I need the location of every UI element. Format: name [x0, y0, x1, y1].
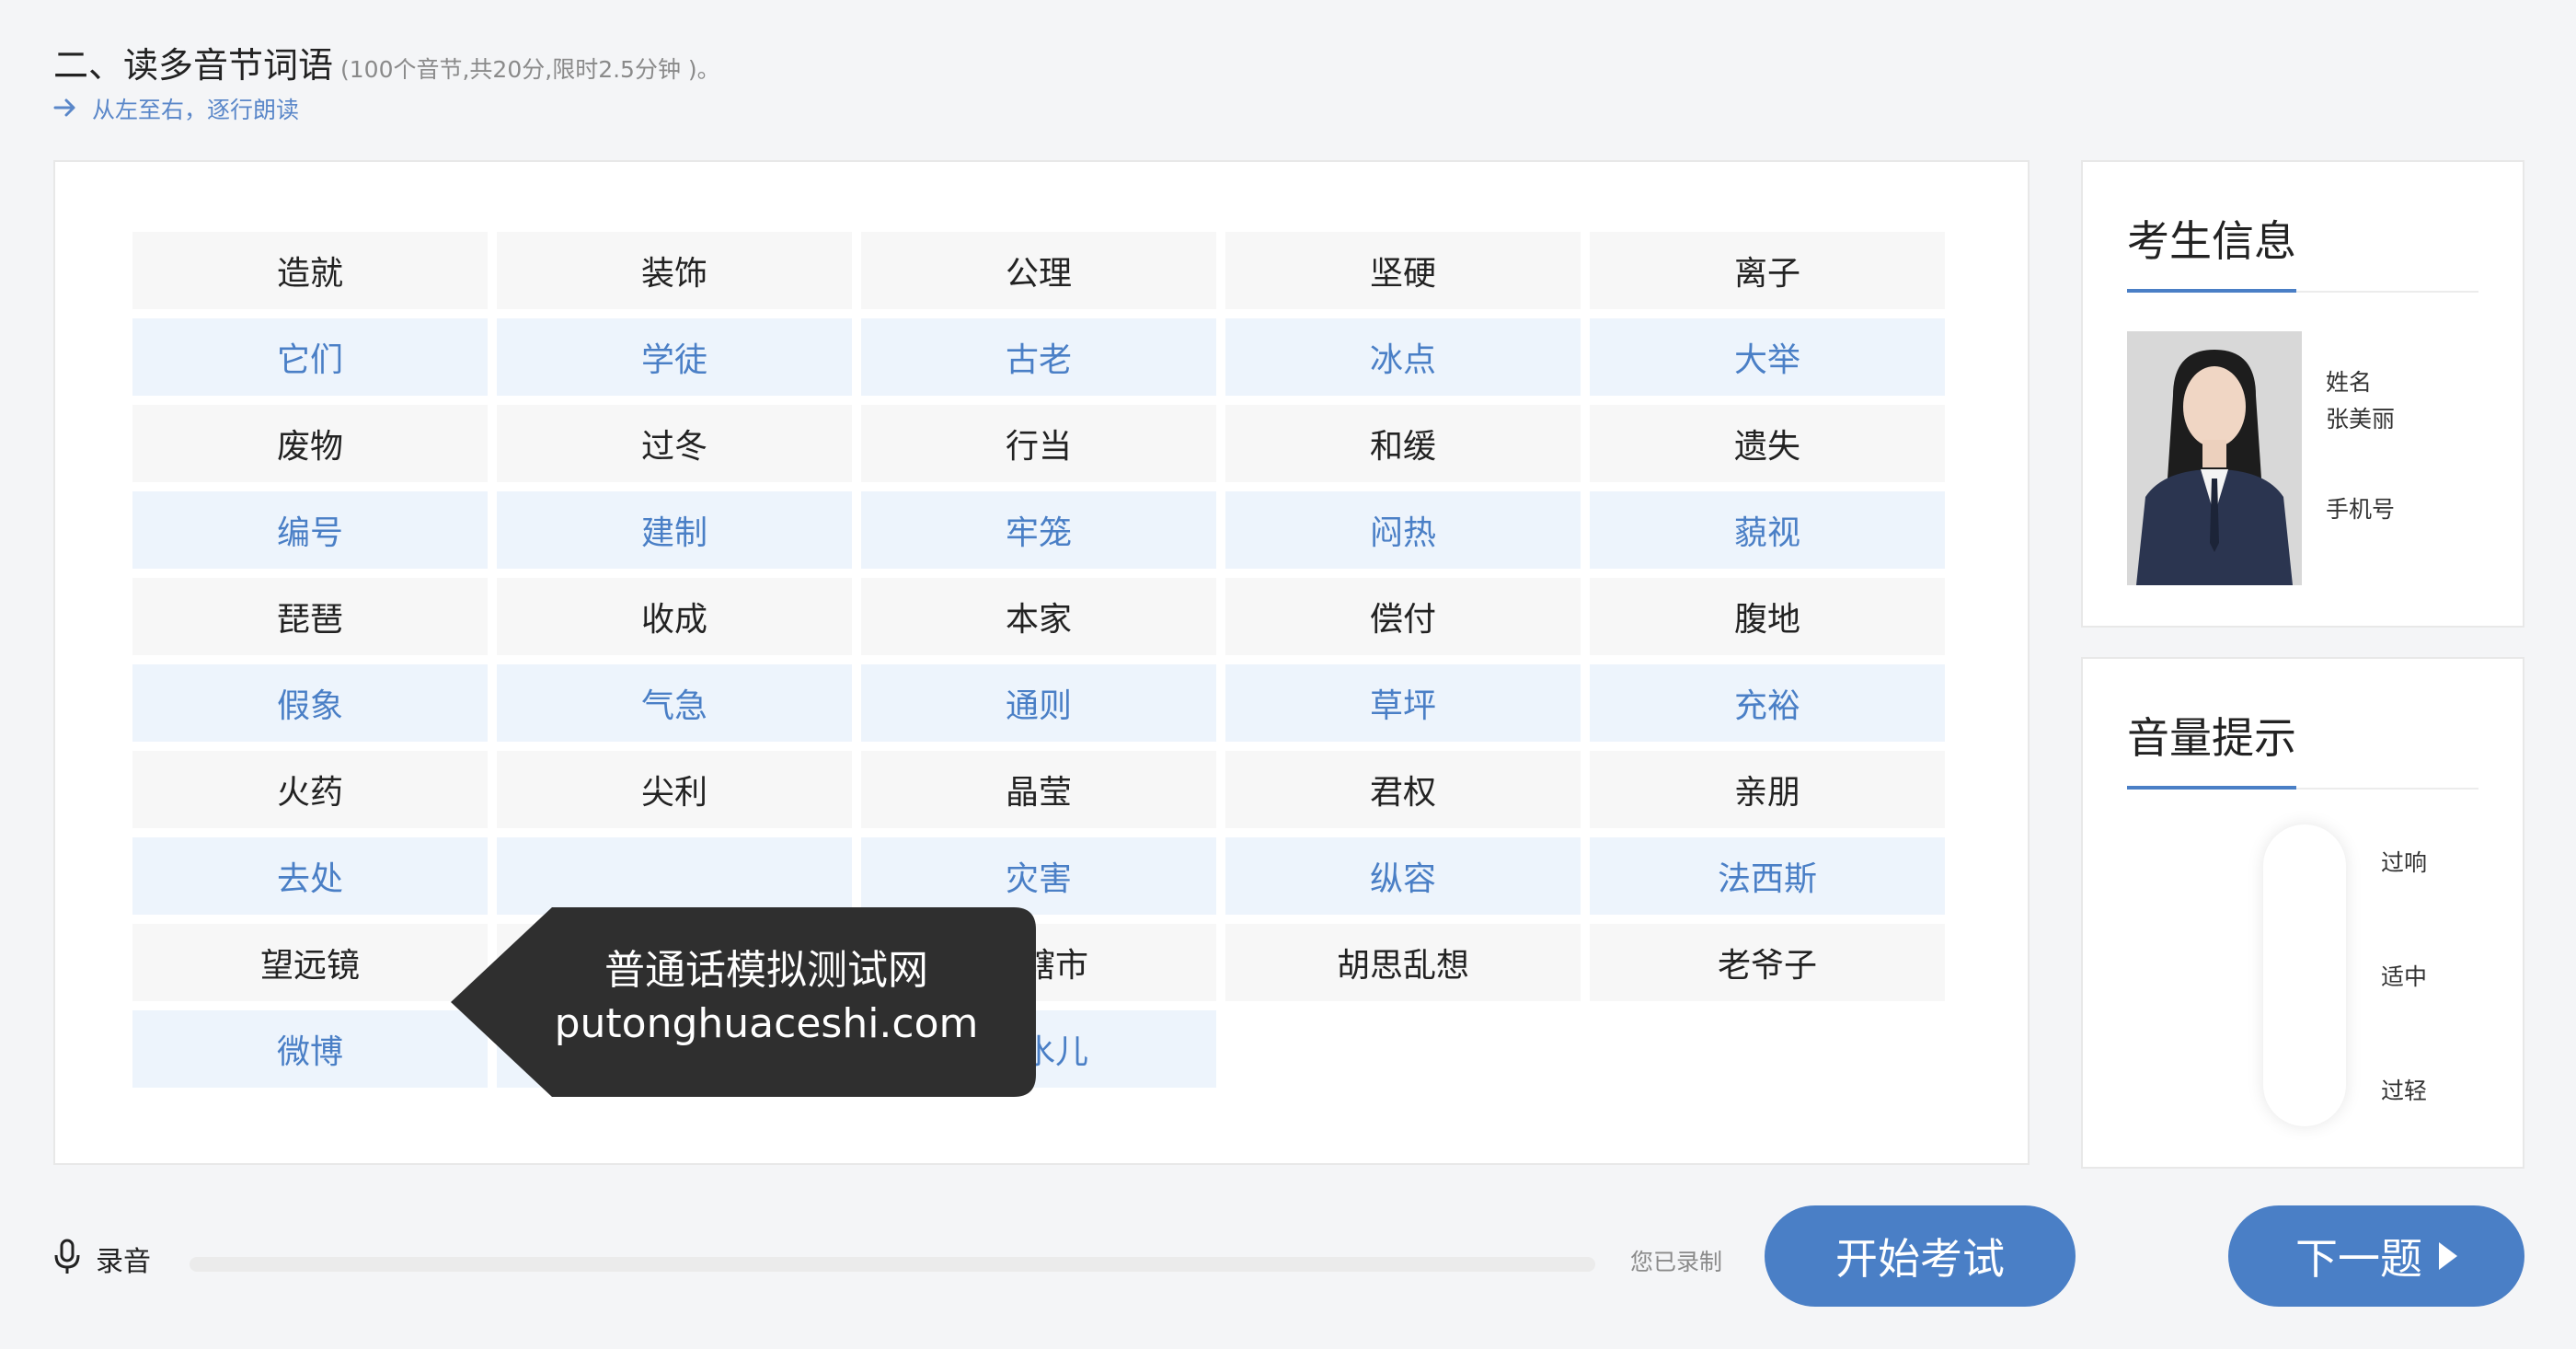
word-cell: 学徒: [497, 318, 852, 396]
name-value: 张美丽: [2326, 406, 2396, 432]
candidate-photo: [2127, 331, 2302, 585]
word-cell: 亲朋: [1590, 751, 1945, 828]
word-cell: 公理: [861, 232, 1216, 309]
word-cell: 坚硬: [1225, 232, 1581, 309]
start-exam-button[interactable]: 开始考试: [1765, 1205, 2076, 1307]
word-cell: 老爷子: [1590, 924, 1945, 1001]
word-cell: 大举: [1590, 318, 1945, 396]
name-label: 姓名: [2326, 369, 2373, 396]
volume-meter: [2263, 824, 2346, 1126]
play-icon: [2439, 1242, 2457, 1270]
watermark-line1: 普通话模拟测试网: [604, 947, 928, 994]
volume-quiet-label: 过轻: [2381, 1078, 2428, 1104]
section-title-main: 二、读多音节词语: [53, 45, 334, 86]
word-cell: 腹地: [1590, 578, 1945, 655]
word-cell: 冰点: [1225, 318, 1581, 396]
word-grid: 造就 装饰 公理 坚硬 离子它们 学徒 古老 冰点 大举废物 过冬 行当 和缓 遗失编号 建制 牢笼 闷热 藐视…: [132, 232, 1945, 1088]
word-panel: 造就 装饰 公理 坚硬 离子它们 学徒 古老 冰点 大举废物 过冬 行当 和缓 遗失编号 建制 牢笼 闷热 藐视…: [53, 160, 2030, 1165]
microphone-icon: [53, 1239, 81, 1279]
start-exam-label: 开始考试: [1835, 1235, 2005, 1283]
title-underline: [2127, 289, 2478, 293]
recorded-status: 您已录制: [1630, 1249, 1723, 1275]
word-cell: 胡思乱想: [1225, 924, 1581, 1001]
volume-title: 音量提示: [2127, 713, 2296, 763]
section-title-subtitle: (100个音节,共20分,限时2.5分钟 )。: [340, 56, 720, 83]
candidate-info-card: 考生信息 姓名 张美丽 手机号: [2081, 160, 2524, 628]
reading-instruction: 从左至右，逐行朗读: [53, 92, 299, 125]
watermark-tooltip: 普通话模拟测试网 putonghuaceshi.com: [451, 907, 1036, 1097]
word-cell: 造就: [132, 232, 488, 309]
next-question-button[interactable]: 下一题: [2228, 1205, 2524, 1307]
word-cell: 古老: [861, 318, 1216, 396]
word-cell: 装饰: [497, 232, 852, 309]
word-cell: 牢笼: [861, 491, 1216, 569]
next-question-label: 下一题: [2295, 1235, 2422, 1283]
word-cell: 偿付: [1225, 578, 1581, 655]
word-cell: 藐视: [1590, 491, 1945, 569]
title-underline: [2127, 786, 2478, 790]
arrow-right-icon: [53, 96, 77, 122]
word-cell: 气急: [497, 664, 852, 742]
word-cell: 遗失: [1590, 405, 1945, 482]
recording-progress-bar: [190, 1257, 1595, 1272]
word-cell: 本家: [861, 578, 1216, 655]
recording-label: 录音: [96, 1246, 151, 1278]
recording-indicator: 录音: [53, 1239, 151, 1279]
word-cell: 去处: [132, 837, 488, 915]
word-cell: 闷热: [1225, 491, 1581, 569]
word-cell: [497, 837, 852, 915]
word-cell: 通则: [861, 664, 1216, 742]
word-cell: 编号: [132, 491, 488, 569]
word-cell: 晶莹: [861, 751, 1216, 828]
word-cell: 草坪: [1225, 664, 1581, 742]
word-cell: 琵琶: [132, 578, 488, 655]
word-cell: 灾害: [861, 837, 1216, 915]
word-cell: 和缓: [1225, 405, 1581, 482]
phone-label: 手机号: [2326, 496, 2396, 523]
word-cell: 收成: [497, 578, 852, 655]
volume-loud-label: 过响: [2381, 849, 2428, 876]
word-cell: 火药: [132, 751, 488, 828]
watermark-line2: putonghuaceshi.com: [554, 1000, 979, 1047]
word-cell: 法西斯: [1590, 837, 1945, 915]
instruction-text: 从左至右，逐行朗读: [92, 97, 300, 123]
word-cell: 废物: [132, 405, 488, 482]
word-cell: 过冬: [497, 405, 852, 482]
word-cell: 建制: [497, 491, 852, 569]
section-title: 二、读多音节词语 (100个音节,共20分,限时2.5分钟 )。: [53, 37, 720, 87]
word-cell: 行当: [861, 405, 1216, 482]
word-cell: 纵容: [1225, 837, 1581, 915]
word-cell: 尖利: [497, 751, 852, 828]
volume-medium-label: 适中: [2381, 963, 2428, 990]
word-cell: 它们: [132, 318, 488, 396]
word-cell: 离子: [1590, 232, 1945, 309]
volume-card: 音量提示 过响 适中 过轻: [2081, 657, 2524, 1169]
word-cell: 望远镜: [132, 924, 488, 1001]
word-cell: 假象: [132, 664, 488, 742]
word-cell: 君权: [1225, 751, 1581, 828]
candidate-info-title: 考生信息: [2127, 216, 2296, 266]
word-cell: 微博: [132, 1010, 488, 1088]
word-cell: 充裕: [1590, 664, 1945, 742]
